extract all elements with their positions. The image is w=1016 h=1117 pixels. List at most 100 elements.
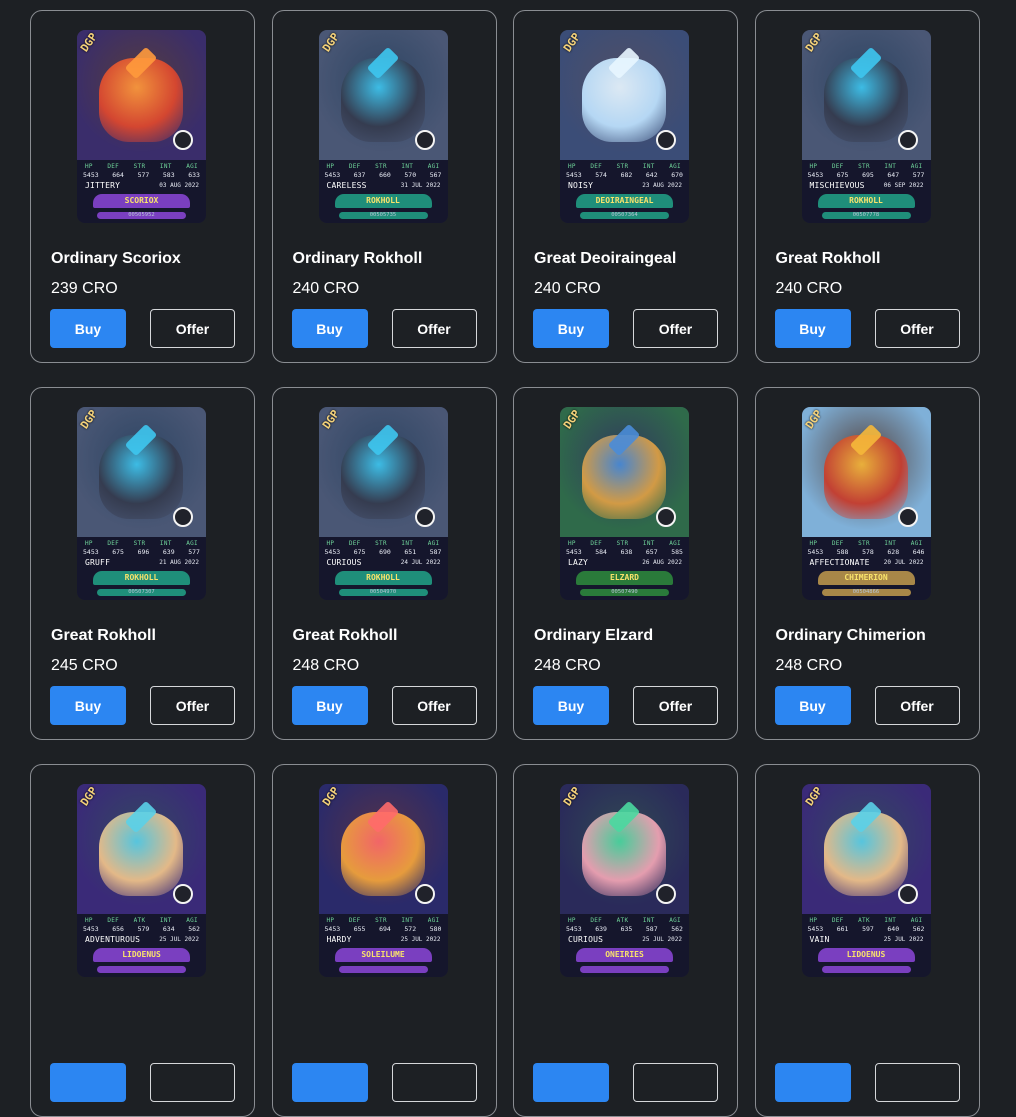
stat-labels: HP DEF ATK INT AGI: [568, 917, 681, 924]
nft-card-image[interactable]: DGP HP DEF STR INT AGI 5453 675 690 651 …: [318, 407, 448, 600]
buy-button[interactable]: Buy: [50, 309, 126, 348]
listing-name[interactable]: Ordinary Elzard: [534, 627, 653, 645]
listing-name[interactable]: Ordinary Chimerion: [776, 627, 926, 645]
offer-button[interactable]: [633, 1063, 718, 1102]
buy-button[interactable]: Buy: [291, 686, 368, 725]
offer-button[interactable]: Offer: [633, 309, 718, 348]
buy-button[interactable]: [291, 1063, 368, 1102]
stat-labels: HP DEF ATK INT AGI: [810, 917, 923, 924]
stat-label-str: STR: [133, 540, 146, 547]
listing-name[interactable]: Great Rokholl: [776, 250, 881, 268]
listing-name[interactable]: Ordinary Rokholl: [293, 250, 423, 268]
nft-card-image[interactable]: DGP HP DEF ATK INT AGI 5453 656 579 634 …: [77, 784, 206, 977]
buy-button[interactable]: Buy: [291, 309, 368, 348]
buy-button[interactable]: Buy: [533, 686, 609, 725]
offer-button[interactable]: [874, 1063, 960, 1102]
stat-value-str: 694: [379, 925, 391, 933]
buy-button[interactable]: [774, 1063, 851, 1102]
stat-label-agi: AGI: [669, 917, 681, 924]
nft-card-image[interactable]: DGP HP DEF STR INT AGI 5453 655 694 572 …: [318, 784, 448, 977]
buy-button[interactable]: Buy: [774, 309, 851, 348]
stat-label-str: STR: [858, 540, 870, 547]
stat-label-hp: HP: [326, 540, 335, 547]
stat-label-int: INT: [642, 540, 655, 547]
nft-card-image[interactable]: DGP HP DEF STR INT AGI 5453 675 696 639 …: [77, 407, 206, 600]
element-orb-icon: [173, 507, 193, 527]
listing-card[interactable]: DGP HP DEF STR INT AGI 5453 664 577 583 …: [30, 10, 255, 363]
stat-label-str: STR: [375, 917, 387, 924]
nft-card-image[interactable]: DGP HP DEF STR INT AGI 5453 675 695 647 …: [801, 30, 931, 223]
listing-name[interactable]: Great Deoiraingeal: [534, 250, 676, 268]
stat-label-int: INT: [401, 163, 414, 170]
stat-label-hp: HP: [809, 540, 818, 547]
stat-values: 5453 639 635 587 562: [566, 925, 683, 933]
nft-card-image[interactable]: DGP HP DEF STR INT AGI 5453 584 638 657 …: [560, 407, 689, 600]
stat-value-str: 690: [379, 548, 391, 556]
buy-button[interactable]: [533, 1063, 609, 1102]
listing-card[interactable]: DGP HP DEF STR INT AGI 5453 574 682 642 …: [513, 10, 738, 363]
stat-value-str: 638: [620, 548, 633, 556]
nft-card-image[interactable]: DGP HP DEF STR INT AGI 5453 574 682 642 …: [560, 30, 689, 223]
nft-card-image[interactable]: DGP HP DEF STR INT AGI 5453 637 660 570 …: [318, 30, 448, 223]
card-stats-panel: HP DEF STR INT AGI 5453 637 660 570 567 …: [318, 160, 448, 223]
listing-name[interactable]: Great Rokholl: [51, 627, 156, 645]
offer-button[interactable]: Offer: [874, 686, 960, 725]
stat-values: 5453 664 577 583 633: [83, 171, 200, 179]
buy-button[interactable]: Buy: [774, 686, 851, 725]
stat-value-str: 695: [862, 171, 874, 179]
offer-button[interactable]: Offer: [874, 309, 960, 348]
listing-card[interactable]: DGP HP DEF STR INT AGI 5453 675 696 639 …: [30, 387, 255, 740]
offer-button[interactable]: Offer: [150, 309, 235, 348]
listing-card[interactable]: DGP HP DEF STR INT AGI 5453 637 660 570 …: [271, 10, 497, 363]
stat-value-str: 696: [137, 548, 150, 556]
listing-name[interactable]: Ordinary Scoriox: [51, 250, 181, 268]
nft-card-image[interactable]: DGP HP DEF ATK INT AGI 5453 661 597 640 …: [801, 784, 931, 977]
listing-card[interactable]: DGP HP DEF STR INT AGI 5453 588 578 628 …: [754, 387, 980, 740]
offer-button[interactable]: Offer: [391, 309, 477, 348]
element-orb-icon: [414, 130, 435, 150]
stat-value-def: 675: [353, 548, 366, 556]
listing-price: 248 CRO: [775, 657, 843, 674]
card-stats-panel: HP DEF STR INT AGI 5453 675 690 651 587 …: [318, 537, 448, 600]
buy-button[interactable]: Buy: [533, 309, 609, 348]
stat-value-agi: 633: [188, 171, 200, 179]
listing-card[interactable]: DGP HP DEF ATK INT AGI 5453 661 597 640 …: [754, 764, 980, 1117]
listing-card[interactable]: DGP HP DEF STR INT AGI 5453 675 690 651 …: [271, 387, 497, 740]
stat-values: 5453 574 682 642 670: [566, 171, 683, 179]
buy-button[interactable]: [50, 1063, 126, 1102]
listing-card[interactable]: DGP HP DEF ATK INT AGI 5453 639 635 587 …: [513, 764, 738, 1117]
listing-name[interactable]: Great Rokholl: [293, 627, 398, 645]
nft-card-image[interactable]: DGP HP DEF STR INT AGI 5453 588 578 628 …: [801, 407, 931, 600]
stat-values: 5453 655 694 572 580: [325, 925, 442, 933]
offer-button[interactable]: Offer: [633, 686, 718, 725]
card-stats-panel: HP DEF ATK INT AGI 5453 656 579 634 562 …: [77, 914, 206, 977]
listing-card[interactable]: DGP HP DEF STR INT AGI 5453 655 694 572 …: [271, 764, 497, 1117]
card-serial-number: 00505735: [338, 212, 428, 219]
listing-grid: DGP HP DEF STR INT AGI 5453 664 577 583 …: [30, 10, 980, 1117]
element-orb-icon: [414, 507, 435, 527]
stat-value-agi: 562: [671, 925, 683, 933]
stat-label-agi: AGI: [427, 540, 440, 547]
element-orb-icon: [897, 507, 918, 527]
stat-label-str: STR: [858, 163, 870, 170]
listing-card[interactable]: DGP HP DEF ATK INT AGI 5453 656 579 634 …: [30, 764, 255, 1117]
offer-button[interactable]: Offer: [150, 686, 235, 725]
buy-button[interactable]: Buy: [50, 686, 126, 725]
listing-card[interactable]: DGP HP DEF STR INT AGI 5453 675 695 647 …: [754, 10, 980, 363]
nft-card-image[interactable]: DGP HP DEF ATK INT AGI 5453 639 635 587 …: [560, 784, 689, 977]
card-trait: GRUFF: [85, 558, 111, 567]
stat-label-def: DEF: [348, 917, 361, 924]
card-mint-date: 20 JUL 2022: [883, 559, 924, 566]
offer-button[interactable]: Offer: [391, 686, 477, 725]
offer-button[interactable]: [391, 1063, 477, 1102]
stat-value-def: 664: [112, 171, 124, 179]
listing-price: 239 CRO: [51, 280, 118, 297]
stat-labels: HP DEF STR INT AGI: [327, 163, 440, 170]
stat-label-str: STR: [133, 163, 146, 170]
offer-button[interactable]: [150, 1063, 235, 1102]
stat-value-hp: 5453: [566, 171, 582, 179]
nft-card-image[interactable]: DGP HP DEF STR INT AGI 5453 664 577 583 …: [77, 30, 206, 223]
listing-card[interactable]: DGP HP DEF STR INT AGI 5453 584 638 657 …: [513, 387, 738, 740]
stat-label-hp: HP: [568, 917, 576, 924]
stat-value-hp: 5453: [324, 171, 341, 179]
